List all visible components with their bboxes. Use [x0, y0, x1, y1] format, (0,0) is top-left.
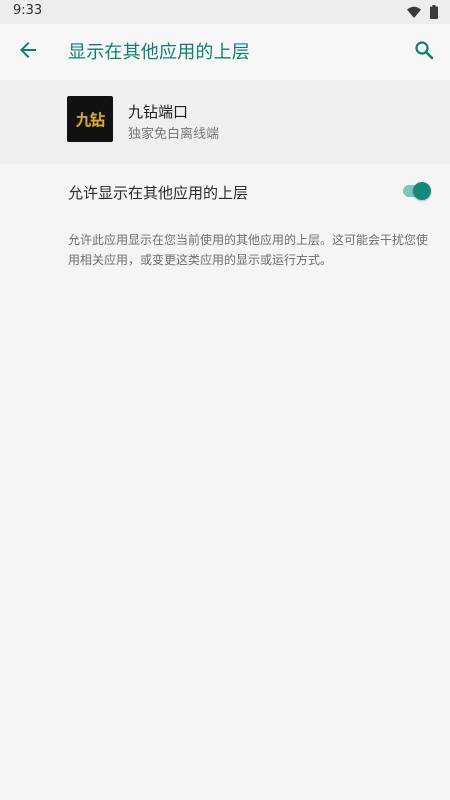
- battery-icon: [430, 4, 438, 23]
- status-icons: [406, 4, 438, 23]
- app-info: 九钻 九钻端口 独家免白离线端: [0, 80, 450, 164]
- app-icon: 九钻: [67, 96, 113, 142]
- back-button[interactable]: [12, 36, 44, 68]
- app-name: 九钻端口: [128, 103, 189, 121]
- page-title: 显示在其他应用的上层: [68, 42, 250, 63]
- overlay-permission-label: 允许显示在其他应用的上层: [68, 184, 249, 202]
- status-bar: 9:33: [0, 0, 450, 24]
- toggle-thumb: [413, 182, 431, 200]
- app-subtitle: 独家免白离线端: [128, 127, 220, 142]
- arrow-left-icon: [18, 40, 38, 64]
- permission-description: 允许此应用显示在您当前使用的其他应用的上层。这可能会干扰您使用相关应用，或变更这…: [68, 233, 429, 267]
- app-bar: 显示在其他应用的上层: [0, 24, 450, 80]
- overlay-permission-toggle[interactable]: [403, 182, 431, 200]
- status-time: 9:33: [13, 3, 43, 18]
- overlay-permission-row[interactable]: 允许显示在其他应用的上层: [0, 164, 450, 218]
- app-icon-label: 九钻: [75, 110, 105, 129]
- wifi-icon: [406, 4, 422, 23]
- search-icon: [414, 40, 434, 64]
- search-button[interactable]: [408, 36, 440, 68]
